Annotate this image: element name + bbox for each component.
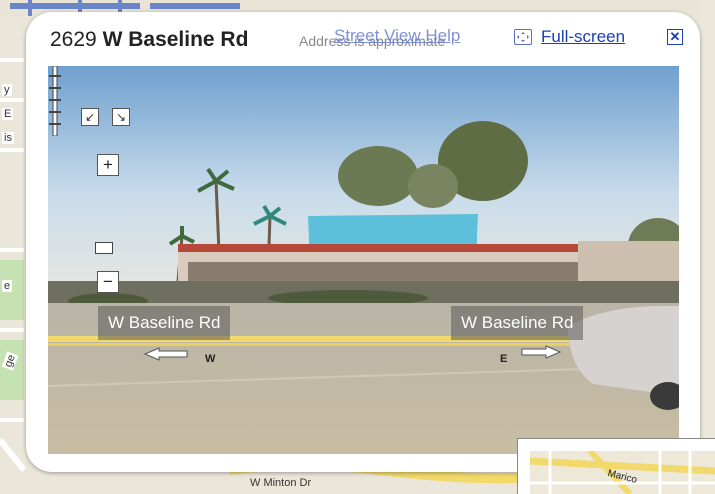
map-edge-label: e [2, 280, 13, 292]
address-title: 2629 W Baseline Rd [50, 28, 248, 52]
move-west-arrow-icon[interactable] [143, 346, 191, 362]
direction-east-label: E [500, 353, 508, 365]
street-view-info-window: 2629 W Baseline Rd Address is approximat… [26, 12, 700, 472]
map-edge-label: is [2, 132, 14, 144]
zoom-slider-track[interactable] [48, 66, 62, 136]
panorama-scene [48, 66, 679, 454]
street-label-east[interactable]: W Baseline Rd [451, 306, 584, 340]
zoom-out-icon[interactable]: − [97, 271, 119, 293]
move-east-arrow-icon[interactable] [520, 344, 562, 360]
street-view-help-link[interactable]: Street View Help [334, 26, 460, 46]
zoom-in-icon[interactable]: + [97, 154, 119, 176]
close-icon[interactable]: ✕ [667, 29, 683, 45]
map-road-label: W Minton Dr [250, 477, 312, 489]
zoom-slider-handle[interactable] [95, 242, 113, 254]
fullscreen-icon[interactable] [514, 29, 532, 45]
map-edge-label: E [2, 108, 14, 120]
street-view-panorama[interactable]: ↙ ↘ + − W Baseline Rd W Baseline Rd W E [48, 66, 679, 454]
fullscreen-link[interactable]: Full-screen [541, 27, 625, 47]
direction-west-label: W [205, 353, 216, 365]
map-edge-label: y [2, 84, 12, 96]
address-street: W Baseline Rd [102, 28, 249, 51]
mini-map[interactable]: Marico [517, 438, 715, 494]
mini-map-view[interactable]: Marico [530, 451, 715, 494]
pan-left-icon[interactable]: ↙ [81, 108, 99, 126]
address-number: 2629 [50, 28, 97, 51]
street-label-west[interactable]: W Baseline Rd [98, 306, 231, 340]
pan-right-icon[interactable]: ↘ [112, 108, 130, 126]
